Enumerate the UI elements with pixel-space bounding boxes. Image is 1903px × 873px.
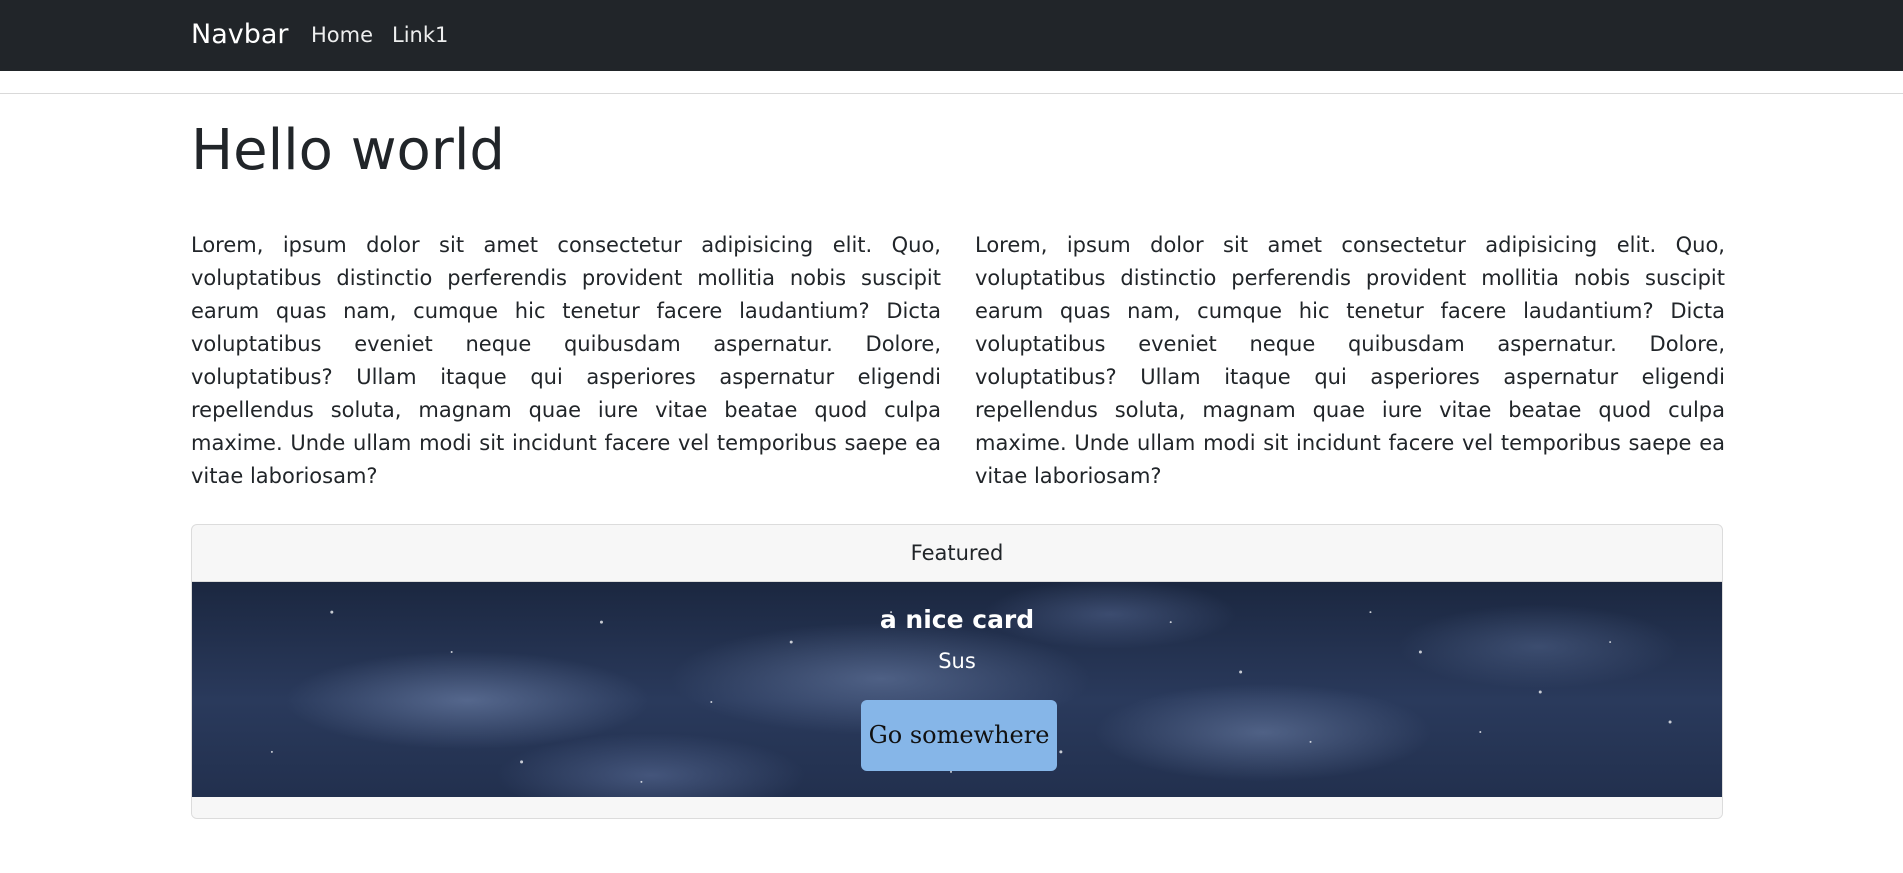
divider — [0, 93, 1903, 94]
nav-link-home[interactable]: Home — [311, 22, 373, 48]
paragraph-right: Lorem, ipsum dolor sit amet consectetur … — [975, 233, 1725, 488]
card-body-background-image: a nice card Sus Go somewhere — [192, 582, 1722, 797]
navbar-brand[interactable]: Navbar — [191, 18, 289, 52]
page-title: Hello world — [191, 118, 505, 183]
featured-card: Featured a nice card Sus Go somewhere — [191, 524, 1723, 819]
go-somewhere-button[interactable]: Go somewhere — [861, 700, 1057, 771]
paragraph-left: Lorem, ipsum dolor sit amet consectetur … — [191, 233, 941, 488]
card-text: Sus — [938, 649, 976, 673]
card-header: Featured — [192, 525, 1722, 582]
nav-link-link1[interactable]: Link1 — [392, 22, 448, 48]
navbar: Navbar Home Link1 — [0, 0, 1903, 71]
card-title: a nice card — [879, 605, 1035, 634]
card-footer — [192, 797, 1722, 818]
